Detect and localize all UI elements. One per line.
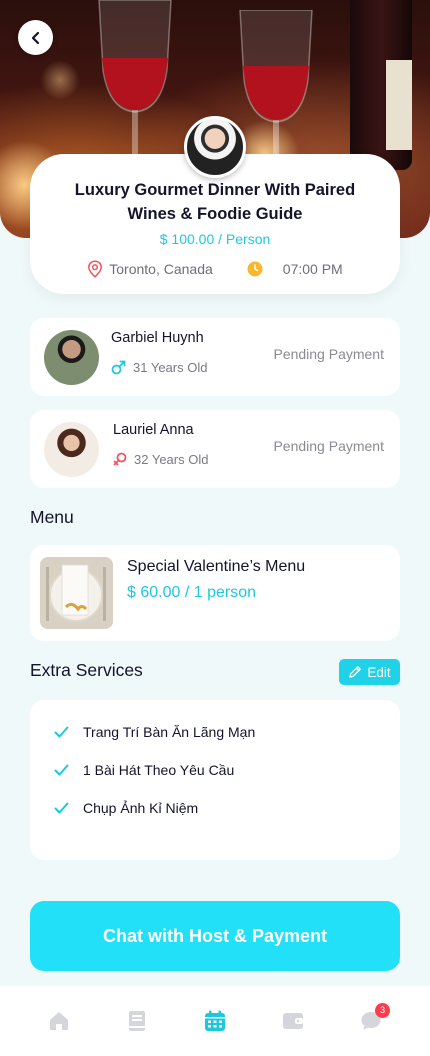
host-avatar[interactable] [184,116,246,178]
extra-service-label: 1 Bài Hát Theo Yêu Cầu [83,762,235,778]
guest-avatar [44,422,99,477]
check-icon [54,802,69,814]
guest-card[interactable]: Lauriel Anna 32 Years Old Pending Paymen… [30,410,400,488]
nav-home[interactable] [39,1001,79,1041]
time-text: 07:00 PM [282,261,343,277]
guest-age: 31 Years Old [111,360,207,375]
extras-section-title: Extra Services [30,660,143,680]
extra-service-item: 1 Bài Hát Theo Yêu Cầu [54,762,234,778]
wallet-icon [283,1013,303,1029]
male-icon [111,360,126,375]
menu-thumbnail [40,557,113,629]
event-meta: Toronto, Canada 07:00 PM [30,260,400,278]
menu-card[interactable]: Special Valentine’s Menu $ 60.00 / 1 per… [30,545,400,641]
nav-wallet[interactable] [273,1001,313,1041]
nav-book[interactable] [117,1001,157,1041]
location-pin-icon [88,260,103,278]
extra-service-item: Chụp Ảnh Kỉ Niệm [54,800,198,816]
guest-status: Pending Payment [273,438,384,454]
pencil-icon [349,666,362,678]
event-location: Toronto, Canada [87,260,213,278]
menu-section-title: Menu [30,507,74,527]
price-unit: / Person [214,231,271,247]
chat-badge: 3 [375,1003,390,1018]
home-icon [50,1012,68,1030]
back-button[interactable] [18,20,53,55]
guest-status: Pending Payment [273,346,384,362]
price-value: $ 100.00 [159,231,215,247]
extras-card: Trang Trí Bàn Ăn Lãng Mạn 1 Bài Hát Theo… [30,700,400,860]
clock-icon [247,261,263,277]
edit-button[interactable]: Edit [339,659,400,685]
check-icon [54,764,69,776]
guest-name: Lauriel Anna [113,422,194,438]
menu-item-price: $ 60.00 / 1 person [127,584,256,601]
event-price: $ 100.00 / Person [30,231,400,247]
bottom-nav: 3 [0,986,430,1056]
guest-avatar [44,330,99,385]
guest-card[interactable]: Garbiel Huynh 31 Years Old Pending Payme… [30,318,400,396]
guest-name: Garbiel Huynh [111,330,204,346]
chat-and-payment-button[interactable]: Chat with Host & Payment [30,901,400,971]
extra-service-label: Trang Trí Bàn Ăn Lãng Mạn [83,724,256,740]
calendar-icon [205,1010,225,1031]
event-title: Luxury Gourmet Dinner With Paired Wines … [74,181,356,223]
menu-item-name: Special Valentine’s Menu [127,558,306,575]
extra-service-label: Chụp Ảnh Kỉ Niệm [83,800,199,816]
nav-calendar[interactable] [195,1001,235,1041]
nav-chat[interactable]: 3 [351,1001,391,1041]
female-icon [113,452,127,466]
location-text: Toronto, Canada [109,261,213,277]
guest-age-text: 31 Years Old [133,360,208,375]
book-icon [129,1011,145,1031]
extra-service-item: Trang Trí Bàn Ăn Lãng Mạn [54,724,255,740]
check-icon [54,726,69,738]
edit-label: Edit [367,664,391,680]
chevron-left-icon [31,31,39,44]
guest-age: 32 Years Old [113,452,208,467]
event-time: 07:00 PM [247,260,343,278]
guest-age-text: 32 Years Old [134,452,209,467]
